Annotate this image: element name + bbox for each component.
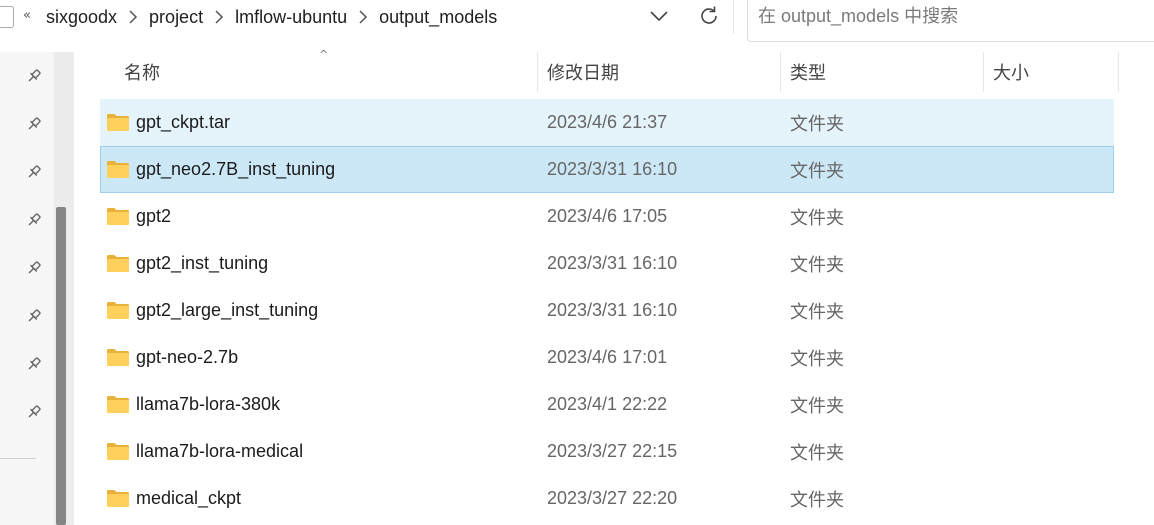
- column-header: ^ 名称 修改日期 类型 大小: [100, 48, 1120, 92]
- file-type: 文件夹: [790, 348, 844, 369]
- pin-icon[interactable]: [25, 163, 43, 181]
- folder-icon: [107, 490, 129, 507]
- pin-icon: [28, 405, 41, 418]
- file-modified-date: 2023/4/6 21:37: [547, 112, 668, 132]
- file-type: 文件夹: [790, 489, 844, 510]
- folder-icon: [107, 302, 129, 319]
- breadcrumb-separator[interactable]: [205, 10, 233, 24]
- file-row[interactable]: gpt2_inst_tuning 2023/3/31 16:10 文件夹: [100, 240, 1114, 287]
- column-type[interactable]: 类型: [766, 52, 983, 92]
- file-modified-date: 2023/3/27 22:20: [547, 488, 678, 508]
- file-modified-date: 2023/4/1 22:22: [547, 394, 668, 414]
- file-modified-date: 2023/3/31 16:10: [547, 300, 678, 320]
- refresh-icon: [701, 6, 717, 24]
- column-name[interactable]: 名称: [100, 52, 537, 92]
- file-modified-date: 2023/4/6 17:05: [547, 206, 668, 226]
- chevron-right-icon: [215, 10, 223, 24]
- breadcrumb-overflow[interactable]: «: [23, 8, 31, 23]
- pin-icon[interactable]: [25, 355, 43, 373]
- file-row[interactable]: llama7b-lora-380k 2023/4/1 22:22 文件夹: [100, 381, 1114, 428]
- breadcrumb-item[interactable]: sixgoodx: [44, 7, 119, 28]
- file-name: gpt2: [136, 206, 172, 226]
- pin-icon[interactable]: [25, 211, 43, 229]
- file-name: gpt2_inst_tuning: [136, 253, 269, 273]
- file-list: gpt_ckpt.tar 2023/4/6 21:37 文件夹 gpt_neo2.7B…: [100, 99, 1114, 522]
- pin-icon[interactable]: [25, 115, 43, 133]
- nav-divider: [0, 458, 36, 459]
- file-modified-date: 2023/3/27 22:15: [547, 441, 678, 461]
- file-type: 文件夹: [790, 442, 844, 463]
- chevron-down-icon: [650, 10, 668, 21]
- file-modified-date: 2023/3/31 16:10: [547, 159, 678, 179]
- column-type-label: 类型: [790, 63, 826, 83]
- pin-icon: [28, 213, 41, 226]
- pin-icon: [28, 357, 41, 370]
- pin-icon[interactable]: [25, 307, 43, 325]
- file-row[interactable]: gpt_neo2.7B_inst_tuning 2023/3/31 16:10 文件…: [100, 146, 1114, 193]
- breadcrumb-separator[interactable]: [119, 10, 147, 24]
- folder-icon: [107, 443, 129, 460]
- column-date-label: 修改日期: [547, 63, 619, 83]
- file-name: gpt_neo2.7B_inst_tuning: [136, 159, 336, 179]
- chevron-right-icon: [359, 10, 367, 24]
- column-size-label: 大小: [993, 63, 1029, 83]
- nav-scrollbar-thumb[interactable]: [56, 207, 66, 525]
- search-input[interactable]: [758, 4, 1138, 28]
- refresh-button[interactable]: [694, 1, 724, 31]
- breadcrumb-item[interactable]: output_models: [377, 7, 499, 28]
- file-modified-date: 2023/4/6 17:01: [547, 347, 668, 367]
- folder-icon: [107, 349, 129, 366]
- breadcrumb-separator[interactable]: [349, 10, 377, 24]
- pin-icon[interactable]: [25, 259, 43, 277]
- address-history-button[interactable]: [644, 1, 674, 31]
- file-type: 文件夹: [790, 160, 844, 181]
- file-row[interactable]: gpt-neo-2.7b 2023/4/6 17:01 文件夹: [100, 334, 1114, 381]
- column-name-label: 名称: [124, 63, 160, 83]
- file-row[interactable]: gpt_ckpt.tar 2023/4/6 21:37 文件夹: [100, 99, 1114, 146]
- chevron-right-icon: [129, 10, 137, 24]
- file-type: 文件夹: [790, 113, 844, 134]
- address-edge: [0, 6, 14, 28]
- pin-icon[interactable]: [25, 67, 43, 85]
- pin-icon[interactable]: [25, 403, 43, 421]
- folder-icon: [107, 114, 129, 131]
- file-type: 文件夹: [790, 301, 844, 322]
- file-name: llama7b-lora-medical: [136, 441, 304, 461]
- folder-icon: [107, 255, 129, 272]
- file-type: 文件夹: [790, 207, 844, 228]
- column-size[interactable]: 大小: [969, 52, 1119, 92]
- file-name: gpt_ckpt.tar: [136, 112, 231, 132]
- column-divider[interactable]: [1118, 52, 1119, 92]
- file-row[interactable]: gpt2 2023/4/6 17:05 文件夹: [100, 193, 1114, 240]
- file-modified-date: 2023/3/31 16:10: [547, 253, 678, 273]
- file-row[interactable]: gpt2_large_inst_tuning 2023/3/31 16:10 文件夹: [100, 287, 1114, 334]
- search-box[interactable]: [747, 0, 1154, 42]
- pin-icon: [28, 165, 41, 178]
- pin-icon: [28, 261, 41, 274]
- folder-icon: [107, 208, 129, 225]
- file-type: 文件夹: [790, 395, 844, 416]
- column-date[interactable]: 修改日期: [523, 52, 780, 92]
- folder-icon: [107, 396, 129, 413]
- breadcrumb-item[interactable]: project: [147, 7, 205, 28]
- address-bar[interactable]: « sixgoodx project lmflow-ubuntu output_mod…: [0, 0, 734, 34]
- file-name: llama7b-lora-380k: [136, 394, 281, 414]
- file-name: medical_ckpt: [136, 488, 242, 508]
- file-type: 文件夹: [790, 254, 844, 275]
- pin-icon: [28, 117, 41, 130]
- breadcrumb: sixgoodx project lmflow-ubuntu output_model…: [44, 0, 499, 34]
- pin-icon: [28, 309, 41, 322]
- file-row[interactable]: llama7b-lora-medical 2023/3/27 22:15 文件夹: [100, 428, 1114, 475]
- file-name: gpt2_large_inst_tuning: [136, 300, 319, 320]
- pin-icon: [28, 69, 41, 82]
- folder-icon: [107, 161, 129, 178]
- breadcrumb-item[interactable]: lmflow-ubuntu: [233, 7, 349, 28]
- file-name: gpt-neo-2.7b: [136, 347, 239, 367]
- file-row[interactable]: medical_ckpt 2023/3/27 22:20 文件夹: [100, 475, 1114, 522]
